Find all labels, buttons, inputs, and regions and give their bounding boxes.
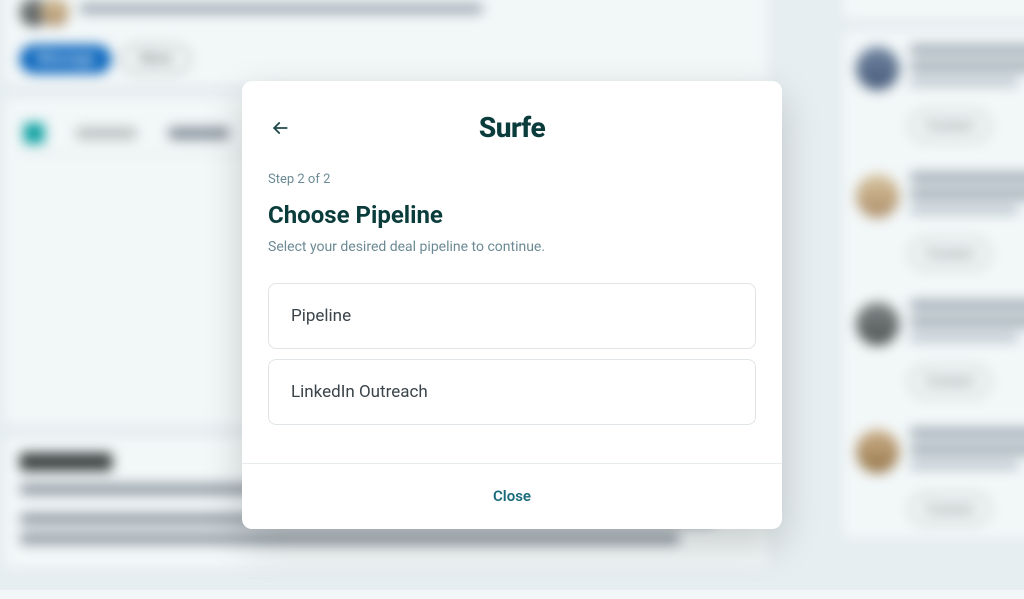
close-button[interactable]: Close — [493, 487, 531, 505]
pipeline-option-default[interactable]: Pipeline — [268, 283, 756, 349]
modal-footer: Close — [242, 463, 782, 529]
option-label: LinkedIn Outreach — [291, 382, 428, 402]
step-label: Step 2 of 2 — [268, 172, 756, 187]
modal-subtitle: Select your desired deal pipeline to con… — [268, 239, 756, 255]
modal-body: Step 2 of 2 Choose Pipeline Select your … — [242, 152, 782, 463]
modal-title: Choose Pipeline — [268, 201, 756, 229]
pipeline-option-linkedin-outreach[interactable]: LinkedIn Outreach — [268, 359, 756, 425]
logo: Surfe — [479, 105, 545, 144]
back-button[interactable] — [266, 114, 294, 142]
choose-pipeline-modal: Surfe Step 2 of 2 Choose Pipeline Select… — [242, 81, 782, 529]
arrow-left-icon — [270, 118, 290, 138]
modal-header: Surfe — [242, 81, 782, 152]
option-label: Pipeline — [291, 306, 351, 326]
